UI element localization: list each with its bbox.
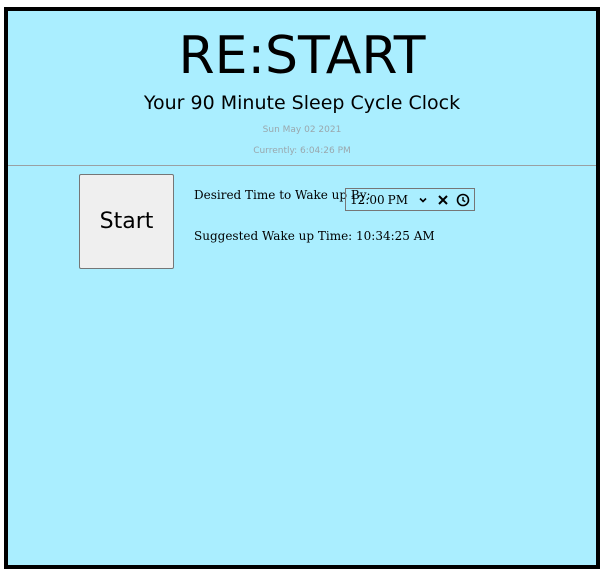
current-date: Sun May 02 2021 (262, 125, 342, 135)
minute-segment[interactable]: 00 (369, 193, 384, 207)
hour-segment[interactable]: 12 (350, 193, 365, 207)
wake-time-input[interactable]: 12 : 00 PM (345, 188, 475, 211)
current-time: Currently: 6:04:26 PM (253, 146, 351, 156)
header-divider (8, 165, 596, 166)
page-subtitle: Your 90 Minute Sleep Cycle Clock (143, 92, 461, 114)
app-frame: RE:START Your 90 Minute Sleep Cycle Cloc… (4, 7, 600, 569)
close-icon[interactable] (436, 193, 450, 207)
chevron-down-icon[interactable] (416, 193, 430, 207)
suggested-wake-time: Suggested Wake up Time: 10:34:25 AM (194, 229, 435, 243)
page-title: RE:START (178, 26, 426, 86)
ampm-segment[interactable]: PM (388, 193, 408, 207)
start-button[interactable]: Start (79, 174, 174, 269)
header: RE:START Your 90 Minute Sleep Cycle Cloc… (8, 11, 596, 165)
clock-icon[interactable] (456, 193, 470, 207)
